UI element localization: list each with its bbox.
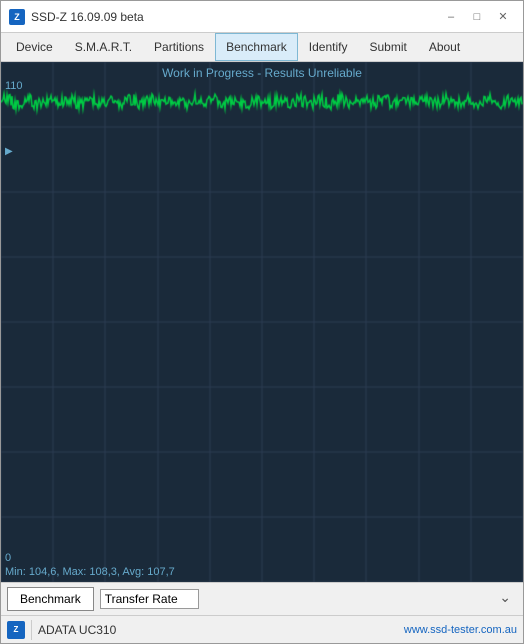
menu-item-about[interactable]: About bbox=[418, 33, 471, 61]
status-icon: Z bbox=[7, 621, 25, 639]
app-icon: Z bbox=[9, 9, 25, 25]
menu-item-partitions[interactable]: Partitions bbox=[143, 33, 215, 61]
menu-item-identify[interactable]: Identify bbox=[298, 33, 359, 61]
play-icon: ▶ bbox=[5, 146, 13, 157]
maximize-button[interactable]: □ bbox=[465, 7, 489, 27]
window-title: SSD-Z 16.09.09 beta bbox=[31, 10, 144, 24]
window-controls: – □ ✕ bbox=[439, 7, 515, 27]
y-axis-min: 0 bbox=[5, 552, 11, 564]
menu-item-submit[interactable]: Submit bbox=[358, 33, 417, 61]
device-name: ADATA UC310 bbox=[38, 623, 116, 637]
menu-item-benchmark[interactable]: Benchmark bbox=[215, 33, 298, 61]
main-window: Z SSD-Z 16.09.09 beta – □ ✕ DeviceS.M.A.… bbox=[0, 0, 524, 644]
transfer-rate-select[interactable]: Transfer Rate bbox=[100, 589, 199, 609]
status-url: www.ssd-tester.com.au bbox=[404, 624, 517, 636]
status-bar: Z ADATA UC310 www.ssd-tester.com.au bbox=[1, 615, 523, 643]
bottom-bar: Benchmark Transfer Rate bbox=[1, 582, 523, 615]
benchmark-chart bbox=[1, 62, 523, 582]
minimize-button[interactable]: – bbox=[439, 7, 463, 27]
menu-item-smart[interactable]: S.M.A.R.T. bbox=[64, 33, 143, 61]
y-axis-max: 110 bbox=[5, 80, 23, 92]
status-divider bbox=[31, 620, 32, 640]
benchmark-button[interactable]: Benchmark bbox=[7, 587, 94, 611]
menu-item-device[interactable]: Device bbox=[5, 33, 64, 61]
chart-title: Work in Progress - Results Unreliable bbox=[1, 66, 523, 80]
close-button[interactable]: ✕ bbox=[491, 7, 515, 27]
title-bar: Z SSD-Z 16.09.09 beta – □ ✕ bbox=[1, 1, 523, 33]
chart-stats: Min: 104,6, Max: 108,3, Avg: 107,7 bbox=[5, 566, 175, 578]
chart-area: Work in Progress - Results Unreliable 11… bbox=[1, 62, 523, 582]
menu-bar: DeviceS.M.A.R.T.PartitionsBenchmarkIdent… bbox=[1, 33, 523, 62]
transfer-rate-wrapper: Transfer Rate bbox=[100, 589, 517, 609]
title-left: Z SSD-Z 16.09.09 beta bbox=[9, 9, 144, 25]
